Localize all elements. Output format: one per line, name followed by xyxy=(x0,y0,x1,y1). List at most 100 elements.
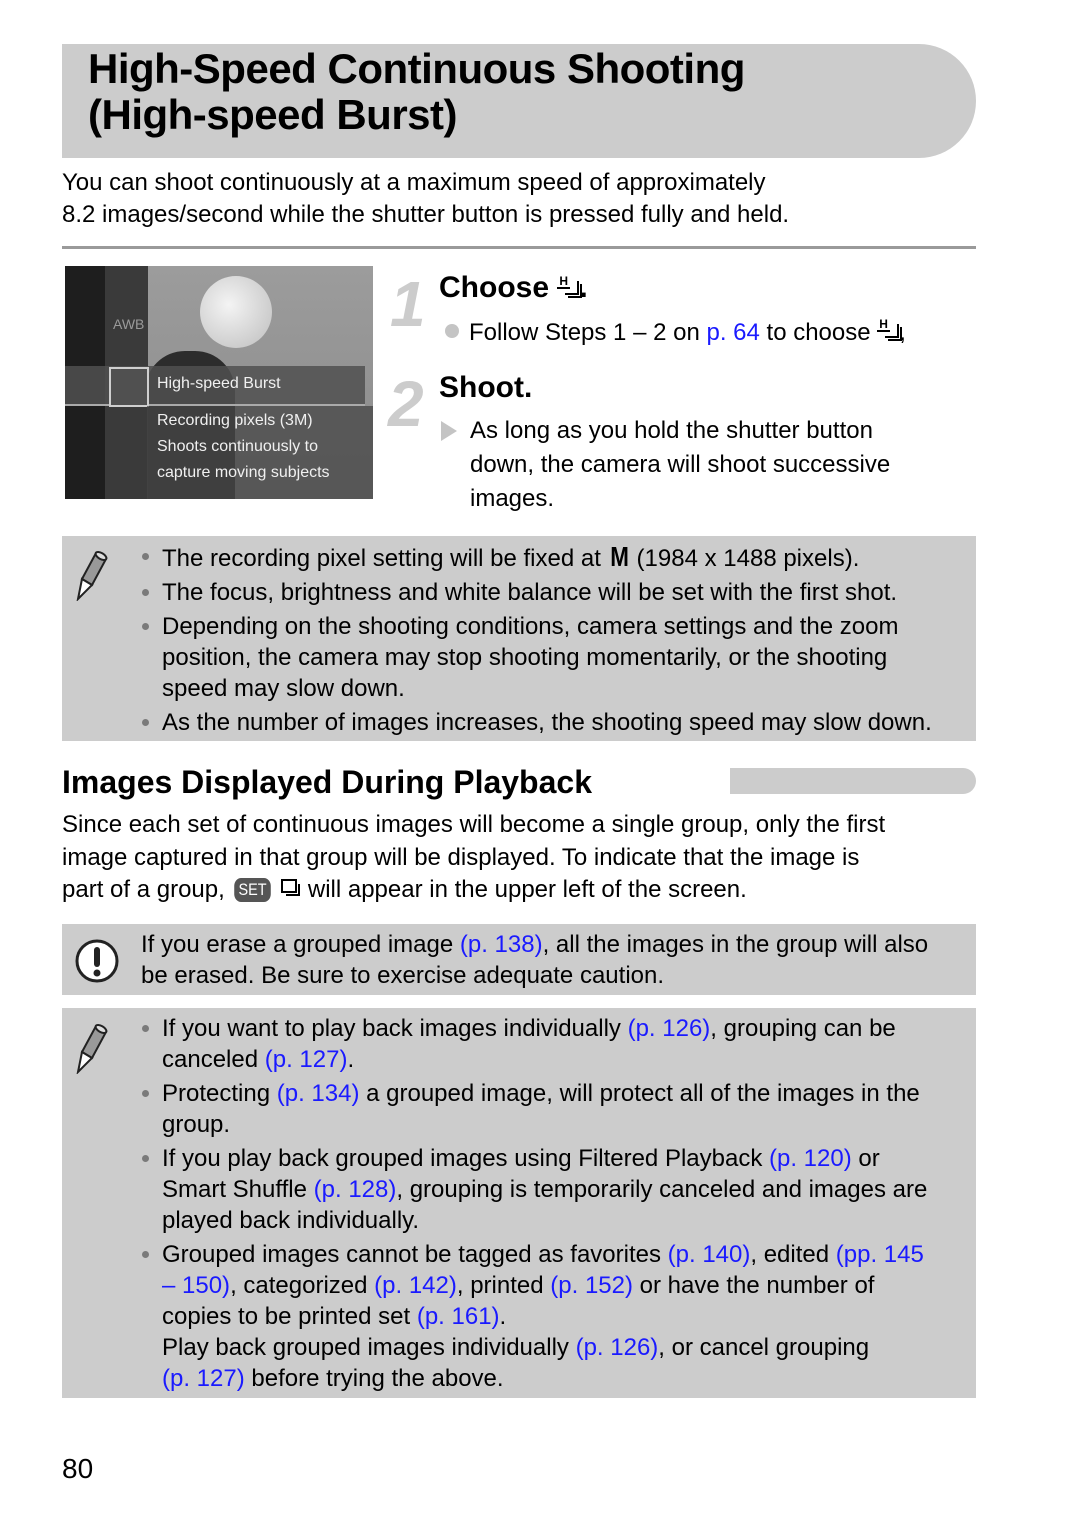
link-p152[interactable]: (p. 152) xyxy=(550,1272,633,1299)
camera-menu-title: High-speed Burst xyxy=(157,375,281,392)
note-text: Depending on the shooting conditions, ca… xyxy=(162,613,899,640)
note-item: The focus, brightness and white balance … xyxy=(138,577,968,608)
step-1-body-text: Follow Steps 1 – 2 on xyxy=(469,319,707,346)
step-2-number: 2 xyxy=(388,368,424,440)
step-1-body: Follow Steps 1 – 2 on p. 64 to choose H, xyxy=(445,316,906,350)
step-2-line3: images. xyxy=(470,485,555,512)
caution-text-part: If you erase a grouped image xyxy=(141,931,460,958)
awb-icon: AWB xyxy=(113,316,145,332)
link-p128[interactable]: (p. 128) xyxy=(314,1176,397,1203)
note-line: group. xyxy=(162,1111,231,1138)
note-text: , printed xyxy=(456,1272,551,1299)
high-speed-burst-icon: H xyxy=(557,275,583,299)
step-1-title-text: Choose xyxy=(439,271,550,304)
section-title-bar xyxy=(730,768,976,794)
note-text: or xyxy=(851,1145,880,1172)
note-line: If you want to play back images individu… xyxy=(162,1013,968,1044)
section-divider xyxy=(62,246,976,249)
note-item: The recording pixel setting will be fixe… xyxy=(138,541,968,574)
link-p127[interactable]: (p. 127) xyxy=(265,1046,348,1073)
section-text: part of a group, xyxy=(62,876,232,903)
note-line: played back individually. xyxy=(162,1207,420,1234)
note-line: Protecting (p. 134) a grouped image, wil… xyxy=(162,1078,968,1109)
note-text: Protecting xyxy=(162,1080,277,1107)
note-text: , or cancel grouping xyxy=(658,1334,870,1361)
note-item: As the number of images increases, the s… xyxy=(138,707,968,738)
link-p64[interactable]: p. 64 xyxy=(706,319,759,346)
note-text: or have the number of xyxy=(632,1272,875,1299)
section-body: Since each set of continuous images will… xyxy=(62,809,976,907)
section-line2: image captured in that group will be dis… xyxy=(62,843,860,871)
note-text: The recording pixel setting will be fixe… xyxy=(162,545,608,572)
note-item: Grouped images cannot be tagged as favor… xyxy=(138,1239,968,1394)
note-text: a grouped image, will protect all of the… xyxy=(359,1080,920,1107)
page-title-line2: (High-speed Burst) xyxy=(88,91,458,138)
note-text: , categorized xyxy=(230,1272,375,1299)
intro-line1: You can shoot continuously at a maximum … xyxy=(62,169,766,196)
link-p126[interactable]: (p. 126) xyxy=(576,1334,659,1361)
note-line: Play back grouped images individually (p… xyxy=(162,1332,968,1363)
note-line: Grouped images cannot be tagged as favor… xyxy=(162,1239,968,1270)
note-text: If you want to play back images individu… xyxy=(162,1015,628,1042)
link-p142[interactable]: (p. 142) xyxy=(374,1272,457,1299)
note-text: . xyxy=(499,1303,507,1330)
camera-desc-line2: Shoots continuously to xyxy=(157,438,318,455)
note-text: (1984 x 1488 pixels). xyxy=(629,545,860,572)
link-pp150[interactable]: – 150) xyxy=(162,1272,230,1299)
soccer-ball xyxy=(200,276,272,348)
note-text: position, the camera may stop shooting m… xyxy=(162,644,888,671)
pencil-icon xyxy=(76,1024,108,1074)
note-text: Play back grouped images individually xyxy=(162,1334,576,1361)
link-p127[interactable]: (p. 127) xyxy=(162,1365,245,1392)
note-text: Smart Shuffle xyxy=(162,1176,314,1203)
step-2-line2: down, the camera will shoot successive xyxy=(470,451,891,478)
note-text: before trying the above. xyxy=(244,1365,504,1392)
section-text: will appear in the upper left of the scr… xyxy=(301,876,747,903)
step-2-body: As long as you hold the shutter button d… xyxy=(470,414,890,516)
link-p140[interactable]: (p. 140) xyxy=(668,1241,751,1268)
note-text: canceled xyxy=(162,1046,265,1073)
note-line: Smart Shuffle (p. 128), grouping is temp… xyxy=(162,1174,968,1205)
page-title: High-Speed Continuous Shooting (High-spe… xyxy=(88,46,948,138)
bullet-circle-icon xyxy=(445,323,459,338)
caution-text: If you erase a grouped image (p. 138), a… xyxy=(141,929,971,991)
link-p134[interactable]: (p. 134) xyxy=(277,1080,360,1107)
recording-pixels-m-icon: M xyxy=(609,541,629,572)
link-p126[interactable]: (p. 126) xyxy=(628,1015,711,1042)
note-item: Protecting (p. 134) a grouped image, wil… xyxy=(138,1078,968,1140)
note-line: copies to be printed set (p. 161). xyxy=(162,1301,968,1332)
high-speed-burst-icon xyxy=(109,367,149,407)
link-p138[interactable]: (p. 138) xyxy=(460,931,543,958)
note-text: Grouped images cannot be tagged as favor… xyxy=(162,1241,668,1268)
note-text: , edited xyxy=(750,1241,836,1268)
note-list-1: The recording pixel setting will be fixe… xyxy=(138,541,968,741)
note-line: (p. 127) before trying the above. xyxy=(162,1363,968,1394)
caution-exclamation-icon xyxy=(75,939,119,983)
step-2-line1: As long as you hold the shutter button xyxy=(470,417,873,444)
caution-line2: be erased. Be sure to exercise adequate … xyxy=(141,962,665,989)
intro-paragraph: You can shoot continuously at a maximum … xyxy=(62,167,972,231)
note-text: If you play back grouped images using Fi… xyxy=(162,1145,769,1172)
link-p120[interactable]: (p. 120) xyxy=(769,1145,852,1172)
section-line3: part of a group, SET will appear in the … xyxy=(62,874,976,907)
set-icon: SET xyxy=(234,878,272,902)
page-number: 80 xyxy=(62,1453,94,1484)
note-item: Depending on the shooting conditions, ca… xyxy=(138,611,968,704)
section-title: Images Displayed During Playback xyxy=(62,764,592,800)
link-p161[interactable]: (p. 161) xyxy=(417,1303,500,1330)
intro-line2: 8.2 images/second while the shutter butt… xyxy=(62,201,790,228)
result-arrow-icon xyxy=(441,421,457,441)
note-item: If you play back grouped images using Fi… xyxy=(138,1143,968,1236)
note-text: , grouping is temporarily canceled and i… xyxy=(396,1176,928,1203)
caution-line1: If you erase a grouped image (p. 138), a… xyxy=(141,929,971,960)
note-item: If you want to play back images individu… xyxy=(138,1013,968,1075)
note-text: , grouping can be xyxy=(710,1015,896,1042)
note-line: canceled (p. 127). xyxy=(162,1044,968,1075)
camera-desc-line1: Recording pixels (3M) xyxy=(157,412,313,429)
pencil-icon xyxy=(76,551,108,601)
camera-screen-image: AWB High-speed Burst Recording pixels (3… xyxy=(65,266,373,499)
section-line1: Since each set of continuous images will… xyxy=(62,811,886,838)
high-speed-burst-icon: H xyxy=(877,318,903,342)
link-pp145[interactable]: (pp. 145 xyxy=(836,1241,924,1268)
caution-text-part: , all the images in the group will also xyxy=(542,931,929,958)
